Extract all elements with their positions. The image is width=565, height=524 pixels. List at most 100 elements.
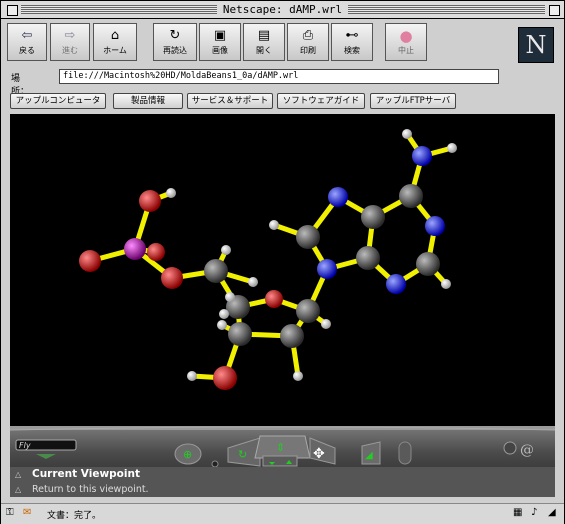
- directory-button-products[interactable]: 製品情報: [113, 93, 183, 109]
- hydrogen-atom: [402, 129, 412, 139]
- images-button[interactable]: ▣ 画像: [199, 23, 241, 61]
- netscape-logo[interactable]: N: [518, 27, 554, 63]
- stop-button[interactable]: ● 中止: [385, 23, 427, 61]
- stop-button-label: 中止: [398, 46, 414, 55]
- carbon-atom: [228, 322, 252, 346]
- viewpoint-down-icon[interactable]: △: [15, 485, 21, 494]
- hydrogen-atom: [217, 320, 227, 330]
- cosmo-logo: @: [520, 442, 534, 458]
- zoom-box-icon[interactable]: [549, 5, 560, 16]
- component-icon[interactable]: ▦: [513, 507, 522, 518]
- mail-icon[interactable]: ✉: [23, 507, 31, 518]
- reload-button[interactable]: ↻ 再読込: [153, 23, 197, 61]
- carbon-atom: [296, 225, 320, 249]
- images-icon: ▣: [213, 28, 227, 43]
- back-button-label: 戻る: [19, 46, 35, 55]
- hydrogen-atom: [221, 245, 231, 255]
- back-button[interactable]: ⇦ 戻る: [7, 23, 47, 61]
- walk-arrows-icon: ⇕: [276, 441, 285, 454]
- oxygen-atom: [147, 243, 165, 261]
- status-text: 文書：完了。: [47, 511, 102, 521]
- carbon-atom: [361, 205, 385, 229]
- directory-button-software[interactable]: ソフトウェアガイド: [277, 93, 365, 109]
- location-input[interactable]: file:///Macintosh%20HD/MoldaBeans1_0a/dA…: [59, 69, 499, 84]
- oxygen-atom: [161, 267, 183, 289]
- print-button-label: 印刷: [300, 46, 316, 55]
- security-key-icon[interactable]: ⚿: [6, 507, 14, 518]
- hydrogen-atom: [166, 188, 176, 198]
- seek-crosshair-icon: ⊕: [183, 448, 192, 461]
- hydrogen-atom: [441, 279, 451, 289]
- viewpoint-panel: △ Current Viewpoint △ Return to this vie…: [10, 467, 555, 497]
- search-button-label: 検索: [344, 46, 360, 55]
- fly-mode-label: Fly: [19, 441, 31, 450]
- images-button-label: 画像: [212, 46, 228, 55]
- viewpoint-up-icon[interactable]: △: [15, 470, 21, 479]
- search-button[interactable]: ⊷ 検索: [331, 23, 373, 61]
- carbon-atom: [296, 299, 320, 323]
- hydrogen-atom: [269, 220, 279, 230]
- home-icon: ⌂: [110, 28, 120, 43]
- nitrogen-atom: [412, 146, 432, 166]
- dashboard-graphics: Fly ⊕ ↻ ⇕ ✥ ◢ @: [9, 426, 556, 468]
- oxygen-atom: [213, 366, 237, 390]
- hydrogen-atom: [248, 277, 258, 287]
- vrml-viewport[interactable]: [10, 114, 555, 426]
- oxygen-atom: [79, 250, 101, 272]
- search-binoculars-icon: ⊷: [345, 28, 359, 43]
- home-button-label: ホーム: [103, 46, 127, 55]
- molecule-render: [79, 129, 457, 390]
- stop-icon: ●: [399, 27, 413, 45]
- nitrogen-atom: [386, 274, 406, 294]
- phosphorus-atom: [124, 238, 146, 260]
- zoom-buttons[interactable]: [262, 455, 298, 467]
- forward-button-label: 進む: [62, 46, 78, 55]
- help-icon[interactable]: [503, 441, 517, 455]
- directory-button-support[interactable]: サービス＆サポート: [187, 93, 273, 109]
- forward-button[interactable]: ⇨ 進む: [50, 23, 90, 61]
- status-bar: ⚿ ✉ 文書：完了。 ▦ ♪ ◢: [1, 503, 564, 524]
- window-title: Netscape: dAMP.wrl: [216, 3, 349, 16]
- open-icon: ▤: [257, 28, 271, 43]
- carbon-atom: [280, 324, 304, 348]
- carbon-atom: [356, 246, 380, 270]
- hydrogen-atom: [225, 292, 235, 302]
- nitrogen-atom: [317, 259, 337, 279]
- mode-chevron-icon[interactable]: [36, 454, 56, 459]
- hydrogen-atom: [293, 371, 303, 381]
- print-button[interactable]: ⎙ 印刷: [287, 23, 329, 61]
- viewpoint-title[interactable]: Current Viewpoint: [32, 468, 140, 480]
- hydrogen-atom: [187, 371, 197, 381]
- viewpoint-subtitle: Return to this viewpoint.: [32, 484, 149, 495]
- hydrogen-atom: [321, 319, 331, 329]
- oxygen-atom: [265, 290, 283, 308]
- forward-arrow-icon: ⇨: [64, 28, 76, 43]
- back-arrow-icon: ⇦: [21, 28, 33, 43]
- sound-icon[interactable]: ♪: [531, 507, 537, 518]
- restore-button[interactable]: [398, 441, 412, 465]
- browser-window: Netscape: dAMP.wrl ⇦ 戻る ⇨ 進む ⌂ ホーム ↻ 再読込…: [0, 0, 565, 524]
- print-icon: ⎙: [302, 28, 314, 43]
- nitrogen-atom: [425, 216, 445, 236]
- home-button[interactable]: ⌂ ホーム: [93, 23, 137, 61]
- open-button-label: 開く: [256, 46, 272, 55]
- open-button[interactable]: ▤ 開く: [243, 23, 285, 61]
- hydrogen-atom: [447, 143, 457, 153]
- bonds-group: [87, 131, 455, 381]
- resize-grip-icon[interactable]: ◢: [548, 507, 556, 518]
- reload-button-label: 再読込: [163, 46, 187, 55]
- carbon-atom: [399, 184, 423, 208]
- directory-button-ftp[interactable]: アップルFTPサーバ: [370, 93, 456, 109]
- hydrogen-atom: [219, 309, 229, 319]
- reload-icon: ↻: [169, 28, 181, 43]
- pan-move-icon: ✥: [313, 446, 325, 462]
- oxygen-atom: [139, 190, 161, 212]
- study-icon: ◢: [365, 450, 373, 461]
- nitrogen-atom: [328, 187, 348, 207]
- directory-button-apple[interactable]: アップルコンピュータ: [10, 93, 106, 109]
- atoms-group: [79, 129, 457, 390]
- carbon-atom: [204, 259, 228, 283]
- title-bar[interactable]: Netscape: dAMP.wrl: [1, 1, 564, 19]
- tilt-icon: ↻: [238, 448, 247, 461]
- carbon-atom: [416, 252, 440, 276]
